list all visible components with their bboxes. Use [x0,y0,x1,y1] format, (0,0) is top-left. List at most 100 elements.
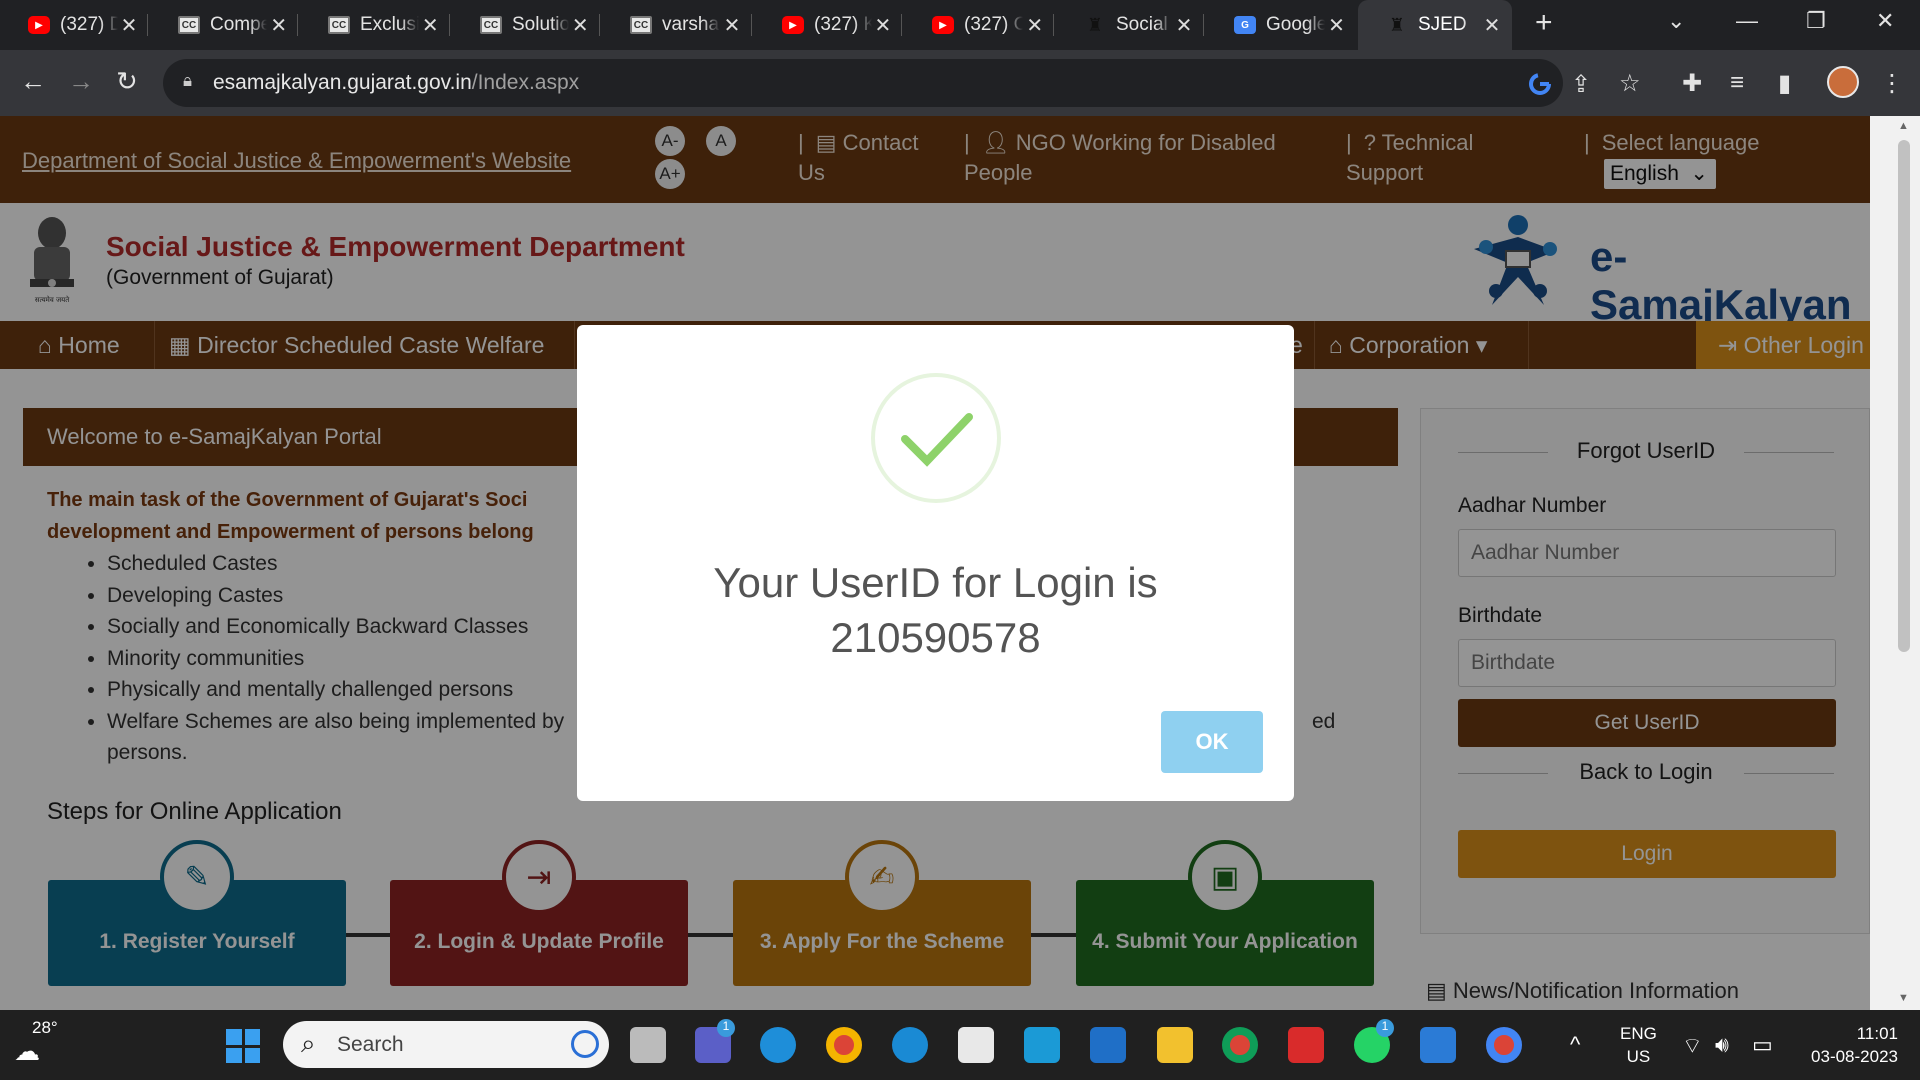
browser-tab-strip: ▶ (327) D ✕ CC Compe ✕ CC Exclusi ✕ CC Solutio ✕… [0,0,1920,50]
cc-icon: CC [328,16,350,34]
scroll-down-icon[interactable]: ▼ [1898,992,1909,1004]
page-scrollbar[interactable]: ▲ ▼ [1870,116,1920,1010]
cc-icon: CC [630,16,652,34]
bing-icon [571,1030,599,1058]
browser-tab[interactable]: ▶ (327) K ✕ [754,0,902,50]
back-icon[interactable]: ← [20,66,46,97]
windows-start-icon[interactable] [226,1029,260,1063]
google-translate-icon: G [1234,16,1256,34]
close-icon[interactable]: ✕ [1325,13,1348,38]
chevron-up-icon[interactable]: ^ [1570,1032,1580,1058]
temperature: 28° [32,1018,58,1037]
minimize-icon[interactable]: — [1736,8,1758,34]
google-icon[interactable] [1528,72,1552,96]
reload-icon[interactable]: ↻ [116,66,138,97]
cc-icon: CC [178,16,200,34]
whatsapp-icon[interactable]: 1 [1354,1019,1394,1063]
store-icon[interactable] [958,1027,994,1063]
browser-tab[interactable]: G Google ✕ [1206,0,1356,50]
input-language[interactable]: ENG US [1620,1022,1657,1068]
browser-toolbar: ← → ↻ 🔒︎ esamajkalyan.gujarat.gov.in/Ind… [0,50,1920,116]
browser-tab[interactable]: CC varsha ✕ [602,0,752,50]
time: 11:01 [1856,1024,1898,1043]
windows-taskbar: ☁ 28° ⌕ Search 1 1 ^ ENG US ⌔ 🔊︎ ▭ 11:01 03… [0,1010,1920,1080]
battery-icon[interactable]: ▭ [1752,1032,1773,1058]
chrome-icon[interactable] [826,1027,862,1063]
url-text[interactable]: esamajkalyan.gujarat.gov.in/Index.aspx [213,71,579,95]
photos-icon[interactable] [1420,1027,1456,1063]
tab-title: Social [1116,14,1168,35]
browser-tab-active[interactable]: ♜ SJED ✕ [1358,0,1512,50]
taskbar-search[interactable]: ⌕ Search [283,1021,609,1068]
tab-title: (327) D [60,14,119,35]
menu-icon[interactable]: ⋮ [1880,69,1904,98]
dialog-message: Your UserID for Login is 210590578 [577,555,1294,665]
close-icon[interactable]: ✕ [1172,13,1196,38]
tab-title: (327) C [964,14,1024,35]
vscode-icon[interactable] [1090,1027,1126,1063]
media-icon[interactable]: ≡ [1730,69,1744,97]
search-icon: ⌕ [301,1028,316,1058]
scrollbar-thumb[interactable] [1898,140,1910,652]
edge-icon[interactable] [760,1027,796,1063]
chevron-down-icon[interactable]: ⌄ [1667,8,1685,34]
close-icon[interactable]: ✕ [267,13,290,38]
browser-tab[interactable]: CC Compe ✕ [150,0,298,50]
success-check-icon [871,373,1001,503]
chrome-profile-icon[interactable] [1222,1027,1258,1063]
close-icon[interactable]: ✕ [569,13,592,38]
scroll-up-icon[interactable]: ▲ [1898,120,1909,132]
volume-icon[interactable]: 🔊︎ [1715,1032,1729,1058]
youtube-icon: ▶ [28,16,50,34]
close-icon[interactable]: ✕ [720,13,744,38]
url-path: /Index.aspx [471,71,580,94]
emblem-icon: ♜ [1086,14,1104,35]
help-icon[interactable] [892,1027,928,1063]
extensions-icon[interactable]: ✚ [1682,69,1702,98]
lang-code: ENG [1620,1024,1657,1043]
tab-title: Compe [210,14,268,35]
browser-tab[interactable]: ♜ Social ✕ [1056,0,1204,50]
ok-button[interactable]: OK [1161,711,1263,773]
url-domain: esamajkalyan.gujarat.gov.in [213,71,472,94]
close-icon[interactable]: ✕ [118,13,140,38]
close-window-icon[interactable]: ✕ [1876,8,1894,34]
tab-title: Exclusi [360,14,419,35]
tab-title: varsha [662,14,720,35]
screen: ▶ (327) D ✕ CC Compe ✕ CC Exclusi ✕ CC Solutio ✕… [0,0,1920,1080]
lang-region: US [1626,1047,1651,1066]
close-icon[interactable]: ✕ [872,13,894,38]
teams-badge: 1 [717,1019,735,1037]
browser-tab[interactable]: ▶ (327) C ✕ [904,0,1054,50]
file-explorer-icon[interactable] [1157,1027,1193,1063]
lock-icon[interactable]: 🔒︎ [183,71,192,91]
chrome-alt-icon[interactable] [1486,1027,1522,1063]
acrobat-icon[interactable] [1288,1027,1324,1063]
close-icon[interactable]: ✕ [419,13,442,38]
clock[interactable]: 11:01 03-08-2023 [1790,1022,1898,1068]
close-icon[interactable]: ✕ [1480,13,1504,38]
checkmark-icon [901,413,973,467]
myhp-icon[interactable] [1024,1027,1060,1063]
teams-icon[interactable]: 1 [695,1019,735,1063]
address-bar[interactable]: 🔒︎ esamajkalyan.gujarat.gov.in/Index.asp… [163,59,1641,107]
dialog-message-line: Your UserID for Login is [713,559,1158,606]
whatsapp-badge: 1 [1376,1019,1394,1037]
restore-icon[interactable]: ❐ [1806,8,1826,34]
side-panel-icon[interactable]: ▮ [1778,69,1791,98]
avatar[interactable] [1827,66,1859,98]
share-icon[interactable]: ⇪ [1571,70,1591,99]
youtube-icon: ▶ [782,16,804,34]
new-tab-icon[interactable]: + [1535,6,1553,40]
browser-tab[interactable]: CC Exclusi ✕ [300,0,450,50]
search-label: Search [337,1033,404,1056]
forward-icon[interactable]: → [68,66,94,97]
youtube-icon: ▶ [932,16,954,34]
browser-tab[interactable]: ▶ (327) D ✕ [0,0,148,50]
tab-title: (327) K [814,14,872,35]
browser-tab[interactable]: CC Solutio ✕ [452,0,600,50]
star-icon[interactable]: ☆ [1619,69,1641,98]
task-view-icon[interactable] [630,1027,666,1063]
wifi-icon[interactable]: ⌔ [1682,1032,1703,1060]
close-icon[interactable]: ✕ [1023,13,1046,38]
